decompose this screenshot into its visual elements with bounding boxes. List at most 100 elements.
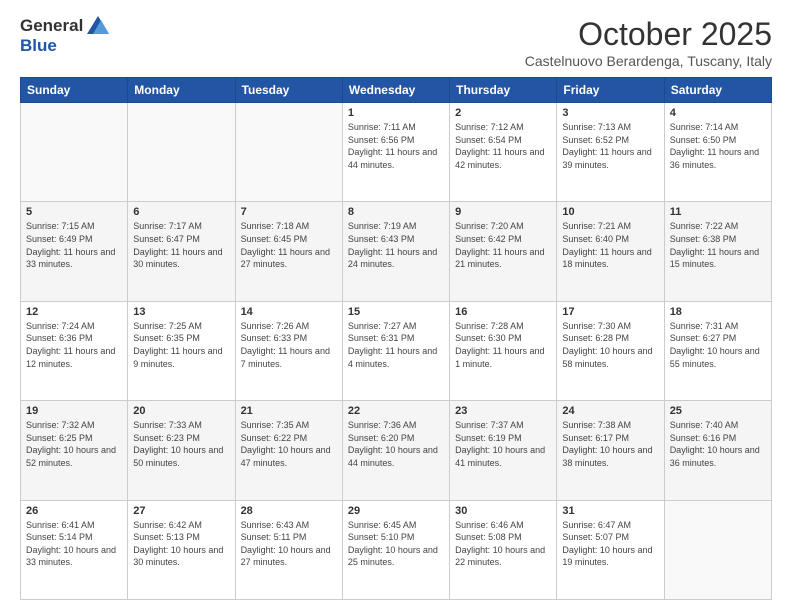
table-cell: 30Sunrise: 6:46 AM Sunset: 5:08 PM Dayli… bbox=[450, 500, 557, 599]
table-cell: 19 Sunrise: 7:32 AM Sunset: 6:25 PM Dayli… bbox=[21, 401, 128, 500]
table-cell: 14Sunrise: 7:26 AM Sunset: 6:33 PM Dayli… bbox=[235, 301, 342, 400]
page: General Blue October 2025 Castelnuovo Be… bbox=[0, 0, 792, 612]
table-cell bbox=[664, 500, 771, 599]
col-thursday: Thursday bbox=[450, 78, 557, 103]
week-row-3: 12Sunrise: 7:24 AM Sunset: 6:36 PM Dayli… bbox=[21, 301, 772, 400]
table-cell: 27 Sunrise: 6:42 AM Sunset: 5:13 PM Dayli… bbox=[128, 500, 235, 599]
header: General Blue October 2025 Castelnuovo Be… bbox=[20, 16, 772, 69]
day-info: Sunrise: 7:17 AM Sunset: 6:47 PM Dayligh… bbox=[133, 220, 229, 270]
day-info: Sunrise: 7:37 AM Sunset: 6:19 PM Dayligh… bbox=[455, 419, 551, 469]
table-cell: 31 Sunrise: 6:47 AM Sunset: 5:07 PM Dayli… bbox=[557, 500, 664, 599]
day-info: Sunrise: 7:11 AM Sunset: 6:56 PM Dayligh… bbox=[348, 121, 444, 171]
day-number: 24 bbox=[562, 405, 658, 417]
table-cell: 29 Sunrise: 6:45 AM Sunset: 5:10 PM Dayli… bbox=[342, 500, 449, 599]
table-cell: 22Sunrise: 7:36 AM Sunset: 6:20 PM Dayli… bbox=[342, 401, 449, 500]
table-cell: 20 Sunrise: 7:33 AM Sunset: 6:23 PM Dayli… bbox=[128, 401, 235, 500]
day-number: 8 bbox=[348, 206, 444, 218]
subtitle: Castelnuovo Berardenga, Tuscany, Italy bbox=[525, 53, 772, 69]
logo-text-blue: Blue bbox=[20, 36, 57, 55]
day-number: 29 bbox=[348, 505, 444, 517]
day-info: Sunrise: 7:24 AM Sunset: 6:36 PM Dayligh… bbox=[26, 320, 122, 370]
day-info: Sunrise: 7:15 AM Sunset: 6:49 PM Dayligh… bbox=[26, 220, 122, 270]
table-cell: 4Sunrise: 7:14 AM Sunset: 6:50 PM Daylig… bbox=[664, 103, 771, 202]
day-number: 11 bbox=[670, 206, 766, 218]
table-cell: 25 Sunrise: 7:40 AM Sunset: 6:16 PM Dayli… bbox=[664, 401, 771, 500]
table-cell: 28Sunrise: 6:43 AM Sunset: 5:11 PM Dayli… bbox=[235, 500, 342, 599]
day-number: 21 bbox=[241, 405, 337, 417]
table-cell: 1 Sunrise: 7:11 AM Sunset: 6:56 PM Daylig… bbox=[342, 103, 449, 202]
table-cell: 7Sunrise: 7:18 AM Sunset: 6:45 PM Daylig… bbox=[235, 202, 342, 301]
week-row-1: 1 Sunrise: 7:11 AM Sunset: 6:56 PM Daylig… bbox=[21, 103, 772, 202]
table-cell bbox=[128, 103, 235, 202]
day-number: 5 bbox=[26, 206, 122, 218]
day-info: Sunrise: 7:33 AM Sunset: 6:23 PM Dayligh… bbox=[133, 419, 229, 469]
day-number: 10 bbox=[562, 206, 658, 218]
day-info: Sunrise: 7:20 AM Sunset: 6:42 PM Dayligh… bbox=[455, 220, 551, 270]
day-number: 15 bbox=[348, 306, 444, 318]
day-info: Sunrise: 7:27 AM Sunset: 6:31 PM Dayligh… bbox=[348, 320, 444, 370]
table-cell: 5 Sunrise: 7:15 AM Sunset: 6:49 PM Daylig… bbox=[21, 202, 128, 301]
table-cell: 23Sunrise: 7:37 AM Sunset: 6:19 PM Dayli… bbox=[450, 401, 557, 500]
day-number: 19 bbox=[26, 405, 122, 417]
day-info: Sunrise: 7:22 AM Sunset: 6:38 PM Dayligh… bbox=[670, 220, 766, 270]
day-info: Sunrise: 6:45 AM Sunset: 5:10 PM Dayligh… bbox=[348, 519, 444, 569]
day-info: Sunrise: 6:47 AM Sunset: 5:07 PM Dayligh… bbox=[562, 519, 658, 569]
col-wednesday: Wednesday bbox=[342, 78, 449, 103]
table-cell: 10 Sunrise: 7:21 AM Sunset: 6:40 PM Dayli… bbox=[557, 202, 664, 301]
day-info: Sunrise: 7:21 AM Sunset: 6:40 PM Dayligh… bbox=[562, 220, 658, 270]
day-info: Sunrise: 7:38 AM Sunset: 6:17 PM Dayligh… bbox=[562, 419, 658, 469]
col-monday: Monday bbox=[128, 78, 235, 103]
day-info: Sunrise: 7:12 AM Sunset: 6:54 PM Dayligh… bbox=[455, 121, 551, 171]
day-info: Sunrise: 7:28 AM Sunset: 6:30 PM Dayligh… bbox=[455, 320, 551, 370]
day-info: Sunrise: 6:41 AM Sunset: 5:14 PM Dayligh… bbox=[26, 519, 122, 569]
table-cell: 2Sunrise: 7:12 AM Sunset: 6:54 PM Daylig… bbox=[450, 103, 557, 202]
table-cell: 13 Sunrise: 7:25 AM Sunset: 6:35 PM Dayli… bbox=[128, 301, 235, 400]
day-info: Sunrise: 7:30 AM Sunset: 6:28 PM Dayligh… bbox=[562, 320, 658, 370]
day-number: 1 bbox=[348, 107, 444, 119]
table-cell: 3 Sunrise: 7:13 AM Sunset: 6:52 PM Daylig… bbox=[557, 103, 664, 202]
day-info: Sunrise: 7:25 AM Sunset: 6:35 PM Dayligh… bbox=[133, 320, 229, 370]
logo-icon bbox=[87, 16, 109, 34]
logo: General Blue bbox=[20, 16, 109, 56]
table-cell: 12Sunrise: 7:24 AM Sunset: 6:36 PM Dayli… bbox=[21, 301, 128, 400]
table-cell: 17 Sunrise: 7:30 AM Sunset: 6:28 PM Dayli… bbox=[557, 301, 664, 400]
day-number: 16 bbox=[455, 306, 551, 318]
col-friday: Friday bbox=[557, 78, 664, 103]
day-number: 27 bbox=[133, 505, 229, 517]
table-cell: 6Sunrise: 7:17 AM Sunset: 6:47 PM Daylig… bbox=[128, 202, 235, 301]
day-number: 18 bbox=[670, 306, 766, 318]
table-cell bbox=[235, 103, 342, 202]
day-info: Sunrise: 7:40 AM Sunset: 6:16 PM Dayligh… bbox=[670, 419, 766, 469]
day-number: 25 bbox=[670, 405, 766, 417]
day-number: 3 bbox=[562, 107, 658, 119]
table-cell: 26Sunrise: 6:41 AM Sunset: 5:14 PM Dayli… bbox=[21, 500, 128, 599]
col-tuesday: Tuesday bbox=[235, 78, 342, 103]
month-title: October 2025 bbox=[525, 16, 772, 53]
table-cell: 18 Sunrise: 7:31 AM Sunset: 6:27 PM Dayli… bbox=[664, 301, 771, 400]
day-info: Sunrise: 7:35 AM Sunset: 6:22 PM Dayligh… bbox=[241, 419, 337, 469]
table-cell: 21 Sunrise: 7:35 AM Sunset: 6:22 PM Dayli… bbox=[235, 401, 342, 500]
day-number: 31 bbox=[562, 505, 658, 517]
calendar-header-row: Sunday Monday Tuesday Wednesday Thursday… bbox=[21, 78, 772, 103]
day-info: Sunrise: 7:31 AM Sunset: 6:27 PM Dayligh… bbox=[670, 320, 766, 370]
table-cell: 11 Sunrise: 7:22 AM Sunset: 6:38 PM Dayli… bbox=[664, 202, 771, 301]
week-row-5: 26Sunrise: 6:41 AM Sunset: 5:14 PM Dayli… bbox=[21, 500, 772, 599]
day-number: 17 bbox=[562, 306, 658, 318]
table-cell: 9 Sunrise: 7:20 AM Sunset: 6:42 PM Daylig… bbox=[450, 202, 557, 301]
day-info: Sunrise: 6:42 AM Sunset: 5:13 PM Dayligh… bbox=[133, 519, 229, 569]
day-info: Sunrise: 7:32 AM Sunset: 6:25 PM Dayligh… bbox=[26, 419, 122, 469]
day-info: Sunrise: 7:13 AM Sunset: 6:52 PM Dayligh… bbox=[562, 121, 658, 171]
day-number: 9 bbox=[455, 206, 551, 218]
day-info: Sunrise: 7:26 AM Sunset: 6:33 PM Dayligh… bbox=[241, 320, 337, 370]
table-cell: 24 Sunrise: 7:38 AM Sunset: 6:17 PM Dayli… bbox=[557, 401, 664, 500]
logo-text-general: General bbox=[20, 16, 83, 36]
day-info: Sunrise: 7:19 AM Sunset: 6:43 PM Dayligh… bbox=[348, 220, 444, 270]
table-cell bbox=[21, 103, 128, 202]
day-number: 4 bbox=[670, 107, 766, 119]
day-number: 20 bbox=[133, 405, 229, 417]
week-row-2: 5 Sunrise: 7:15 AM Sunset: 6:49 PM Daylig… bbox=[21, 202, 772, 301]
week-row-4: 19 Sunrise: 7:32 AM Sunset: 6:25 PM Dayli… bbox=[21, 401, 772, 500]
day-number: 13 bbox=[133, 306, 229, 318]
col-saturday: Saturday bbox=[664, 78, 771, 103]
table-cell: 16 Sunrise: 7:28 AM Sunset: 6:30 PM Dayli… bbox=[450, 301, 557, 400]
